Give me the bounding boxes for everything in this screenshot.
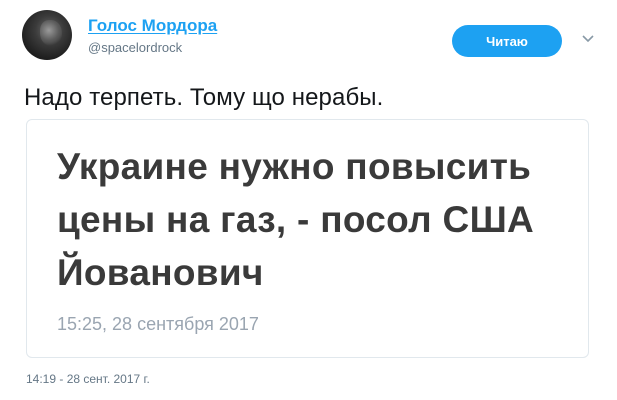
tweet-timestamp[interactable]: 14:19 - 28 сент. 2017 г. (26, 372, 150, 386)
avatar[interactable] (22, 10, 72, 60)
card-title-line: Украине нужно повысить (57, 146, 532, 187)
card-date: 15:25, 28 сентября 2017 (57, 314, 259, 334)
chevron-down-icon[interactable] (578, 29, 598, 49)
card-title: Украине нужно повысить цены на газ, - по… (57, 140, 577, 299)
author-handle[interactable]: @spacelordrock (88, 40, 182, 55)
tweet-text: Надо терпеть. Тому що нерабы. (24, 84, 384, 111)
card-title-line: Йованович (57, 252, 264, 293)
author-name[interactable]: Голос Мордора (88, 16, 217, 36)
card-title-line: цены на газ, - посол США (57, 199, 535, 240)
link-card[interactable]: Украине нужно повысить цены на газ, - по… (26, 119, 589, 358)
following-button[interactable]: Читаю (452, 25, 562, 57)
tweet-header: Голос Мордора @spacelordrock Читаю (22, 10, 602, 66)
